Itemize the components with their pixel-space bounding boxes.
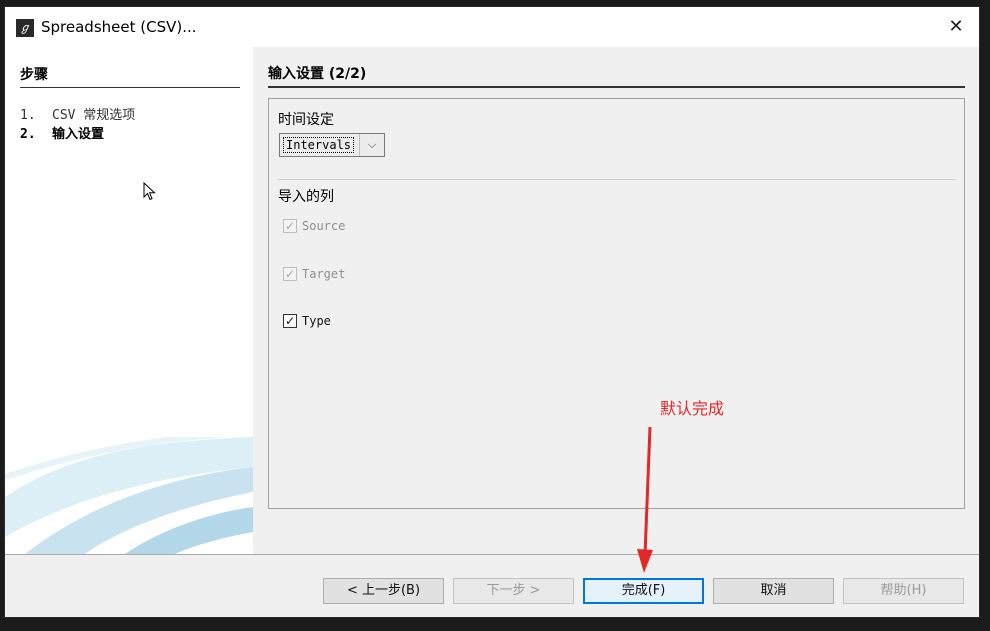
cancel-button[interactable]: 取消 bbox=[713, 578, 834, 604]
content-title: 输入设置 (2/2) bbox=[268, 63, 965, 88]
step-label: 输入设置 bbox=[52, 127, 105, 142]
chevron-down-icon: ⌵ bbox=[359, 134, 384, 156]
step-item-2: 2. 输入设置 bbox=[20, 123, 104, 142]
annotation-text: 默认完成 bbox=[660, 399, 725, 418]
checkmark-icon: ✓ bbox=[283, 266, 297, 281]
time-mode-value: Intervals bbox=[283, 137, 355, 153]
column-label: Target bbox=[302, 266, 346, 281]
steps-pane: 步骤 1. CSV 常规选项 2. 输入设置 bbox=[5, 47, 253, 554]
close-button[interactable]: ✕ bbox=[933, 7, 979, 47]
checkmark-icon: ✓ bbox=[283, 313, 297, 328]
column-checkbox-source[interactable]: ✓ Source bbox=[283, 215, 345, 233]
close-icon: ✕ bbox=[948, 16, 964, 37]
annotation-arrow-icon bbox=[637, 427, 653, 573]
steps-title: 步骤 bbox=[20, 64, 240, 88]
back-button[interactable]: < 上一步(B) bbox=[323, 578, 444, 604]
time-settings-label: 时间设定 bbox=[278, 112, 334, 128]
finish-button[interactable]: 完成(F) bbox=[583, 578, 704, 604]
import-columns-label: 导入的列 bbox=[278, 189, 334, 205]
step-number: 2. bbox=[20, 127, 36, 142]
time-mode-select[interactable]: Intervals ⌵ bbox=[279, 133, 385, 157]
column-checkbox-type[interactable]: ✓ Type bbox=[283, 310, 331, 328]
step-label: CSV 常规选项 bbox=[52, 108, 136, 123]
mouse-pointer-icon bbox=[143, 182, 156, 201]
dialog-window: ℊ Spreadsheet (CSV)... ✕ 步骤 1. CSV 常规选项 2… bbox=[4, 6, 980, 618]
column-checkbox-target[interactable]: ✓ Target bbox=[283, 263, 345, 281]
decorative-swoosh bbox=[5, 437, 253, 554]
checkmark-icon: ✓ bbox=[283, 218, 297, 233]
step-number: 1. bbox=[20, 108, 36, 123]
next-button[interactable]: 下一步 > bbox=[453, 578, 574, 604]
window-title: Spreadsheet (CSV)... bbox=[41, 18, 197, 36]
help-button[interactable]: 帮助(H) bbox=[843, 578, 964, 604]
step-item-1: 1. CSV 常规选项 bbox=[20, 104, 135, 123]
settings-group: 时间设定 Intervals ⌵ 导入的列 ✓ Source ✓ Target ✓ T… bbox=[268, 98, 965, 509]
footer-divider bbox=[5, 554, 979, 555]
app-icon: ℊ bbox=[16, 19, 34, 37]
column-label: Type bbox=[302, 313, 331, 328]
section-divider bbox=[278, 179, 955, 180]
title-bar: ℊ Spreadsheet (CSV)... ✕ bbox=[5, 7, 979, 47]
column-label: Source bbox=[302, 218, 346, 233]
